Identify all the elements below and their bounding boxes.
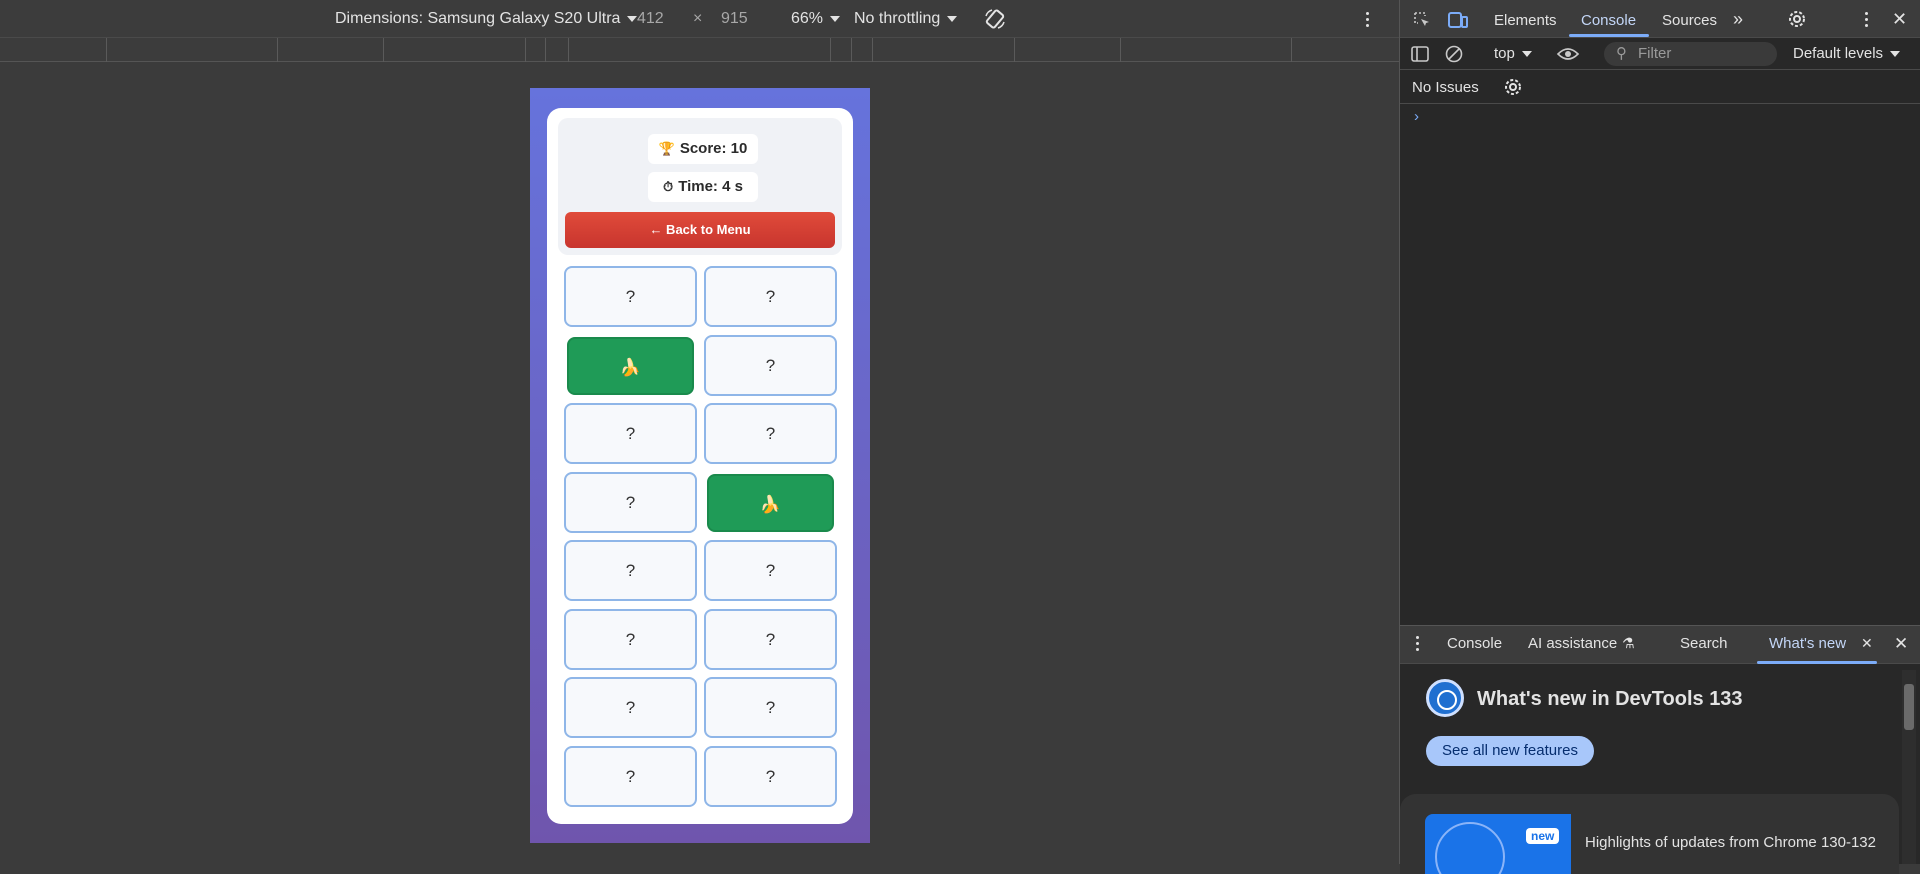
context-select[interactable]: top — [1494, 45, 1532, 62]
tab-elements[interactable]: Elements — [1494, 12, 1557, 29]
new-badge: new — [1526, 828, 1560, 844]
width-input[interactable]: 412 — [637, 10, 664, 28]
issues-count[interactable]: No Issues — [1412, 79, 1479, 96]
times-sign: × — [693, 10, 703, 27]
card-tile[interactable]: ? — [704, 540, 837, 601]
time-badge: ⏱ Time: 4 s — [648, 172, 758, 202]
card-tile[interactable]: ? — [564, 608, 697, 670]
trophy-icon: 🏆 — [658, 141, 675, 156]
video-thumbnail[interactable]: new — [1425, 814, 1571, 874]
log-levels-select[interactable]: Default levels — [1793, 45, 1901, 62]
card-tile-matched[interactable]: 🍌 — [567, 336, 694, 395]
card-tile[interactable]: ? — [564, 471, 697, 533]
settings-gear-icon[interactable] — [1787, 9, 1807, 34]
drawer-tab-console[interactable]: Console — [1447, 635, 1502, 652]
more-options-icon[interactable] — [1366, 12, 1370, 30]
tab-sources[interactable]: Sources — [1662, 12, 1717, 29]
stopwatch-icon: ⏱ — [663, 179, 674, 194]
chrome-logo-icon — [1426, 679, 1464, 717]
devtools-panel: Elements Console Sources » ✕ top ⚲ Filte… — [1399, 0, 1920, 874]
filter-input[interactable]: ⚲ Filter — [1604, 42, 1777, 66]
drawer-tab-whats-new[interactable]: What's new — [1769, 635, 1846, 652]
rotate-icon[interactable] — [984, 8, 1006, 35]
active-tab-underline — [1569, 34, 1649, 37]
inspect-element-icon[interactable] — [1412, 10, 1432, 35]
tab-console[interactable]: Console — [1581, 12, 1636, 29]
height-input[interactable]: 915 — [721, 10, 748, 28]
device-frame: 🏆 Score: 10 ⏱ Time: 4 s ← Back to Menu ?? 🍌… — [530, 88, 870, 843]
score-panel: 🏆 Score: 10 ⏱ Time: 4 s ← Back to Menu — [558, 118, 842, 255]
card-tile[interactable]: ? — [704, 745, 837, 807]
devtools-tabbar: Elements Console Sources » ✕ — [1400, 0, 1920, 38]
card-tile[interactable]: ? — [704, 677, 837, 738]
score-value: 10 — [730, 140, 748, 157]
device-select[interactable]: Dimensions: Samsung Galaxy S20 Ultra — [335, 10, 638, 28]
device-toggle-icon[interactable] — [1447, 10, 1469, 35]
issues-bar: No Issues — [1400, 70, 1920, 104]
throttling-select[interactable]: No throttling — [854, 10, 958, 28]
close-drawer-icon[interactable]: ✕ — [1894, 634, 1908, 654]
flask-icon: ⚗ — [1622, 635, 1635, 651]
drawer-tab-ai-assistance[interactable]: AI assistance — [1528, 635, 1617, 652]
close-tab-icon[interactable]: ✕ — [1861, 635, 1873, 652]
card-tile[interactable]: ? — [564, 540, 697, 601]
sidebar-toggle-icon[interactable] — [1410, 44, 1430, 69]
whats-new-title: What's new in DevTools 133 — [1477, 688, 1743, 710]
game-card: 🏆 Score: 10 ⏱ Time: 4 s ← Back to Menu ?? 🍌… — [547, 108, 853, 824]
clear-console-icon[interactable] — [1444, 44, 1464, 69]
card-tile[interactable]: ? — [564, 677, 697, 738]
card-tile[interactable]: ? — [704, 403, 837, 464]
viewport-area: Dimensions: Samsung Galaxy S20 Ultra 412… — [0, 0, 1399, 864]
zoom-select[interactable]: 66% — [791, 10, 841, 28]
console-settings-icon[interactable] — [1503, 77, 1523, 102]
highlight-card[interactable]: new Highlights of updates from Chrome 13… — [1400, 794, 1899, 874]
panel-scrollbar[interactable] — [1902, 670, 1916, 864]
card-tile[interactable]: ? — [704, 266, 837, 327]
drawer-tab-search[interactable]: Search — [1680, 635, 1728, 652]
time-value: 4 — [722, 178, 731, 195]
score-badge: 🏆 Score: 10 — [648, 134, 758, 164]
device-toolbar: Dimensions: Samsung Galaxy S20 Ultra 412… — [0, 0, 1399, 38]
filter-icon: ⚲ — [1616, 45, 1627, 62]
highlight-text: Highlights of updates from Chrome 130-13… — [1585, 834, 1876, 851]
card-tile[interactable]: ? — [704, 608, 837, 670]
close-devtools-icon[interactable]: ✕ — [1892, 9, 1907, 30]
see-all-features-button[interactable]: See all new features — [1426, 736, 1594, 766]
back-to-menu-button[interactable]: ← Back to Menu — [565, 212, 835, 248]
card-tile-matched[interactable]: 🍌 — [707, 473, 834, 532]
whats-new-panel: What's new in DevTools 133 See all new f… — [1400, 664, 1920, 874]
drawer-tabbar: Console AI assistance ⚗ Search What's ne… — [1400, 625, 1920, 664]
card-tile[interactable]: ? — [564, 745, 697, 807]
more-tabs-icon[interactable]: » — [1733, 9, 1743, 30]
card-tile[interactable]: ? — [564, 266, 697, 327]
drawer-menu-icon[interactable] — [1416, 636, 1419, 654]
media-query-ruler — [0, 38, 1399, 62]
live-expression-eye-icon[interactable] — [1556, 44, 1580, 69]
console-toolbar: top ⚲ Filter Default levels — [1400, 38, 1920, 70]
card-tile[interactable]: ? — [564, 403, 697, 464]
console-prompt[interactable]: › — [1414, 108, 1419, 125]
devtools-menu-icon[interactable] — [1865, 12, 1868, 30]
card-tile[interactable]: ? — [704, 334, 837, 396]
